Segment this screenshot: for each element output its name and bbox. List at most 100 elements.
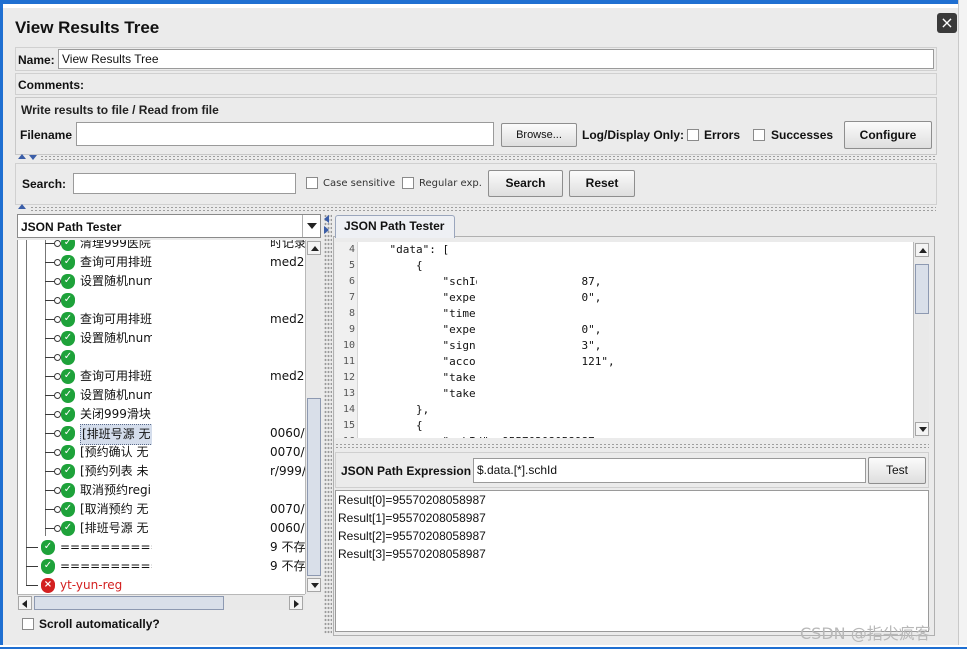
tree-node-handle[interactable]	[54, 240, 61, 247]
result-line: Result[2]=95570208058987	[338, 529, 486, 543]
scroll-up-icon[interactable]	[307, 241, 321, 255]
tree-item-suffix: med2)	[270, 312, 305, 326]
watermark: CSDN @指尖疯客	[800, 624, 931, 643]
code-split-divider[interactable]	[335, 443, 929, 449]
redaction-block	[152, 240, 268, 580]
code-vertical-scrollbar[interactable]	[913, 242, 929, 438]
error-shield-icon: ×	[41, 578, 55, 593]
tree-horizontal-scrollbar[interactable]	[17, 594, 305, 610]
regular-exp-checkbox[interactable]	[402, 177, 414, 189]
tree-item-label: [排班号源 无	[80, 424, 153, 445]
tree-item-suffix: med2)	[270, 255, 305, 269]
search-button[interactable]: Search	[488, 170, 563, 197]
tree-node-handle[interactable]	[54, 278, 61, 285]
browse-button[interactable]: Browse...	[501, 123, 577, 147]
collapse-right-icon[interactable]	[324, 226, 329, 234]
window-bottom-border	[0, 647, 967, 649]
regular-exp-label: Regular exp.	[419, 178, 482, 189]
configure-button[interactable]: Configure	[844, 121, 932, 149]
json-response-viewer[interactable]: 4 "data": [5 {6 "schId": 95570208058987,…	[335, 242, 913, 438]
code-scroll-up-icon[interactable]	[915, 243, 929, 257]
tree-item-label: 查询可用排班	[80, 255, 153, 269]
tree-node-handle[interactable]	[54, 297, 61, 304]
code-scroll-thumb[interactable]	[915, 264, 929, 314]
code-line: "take	[363, 387, 476, 400]
tree-node-handle[interactable]	[54, 468, 61, 475]
collapse-up-icon[interactable]	[18, 154, 26, 159]
success-shield-icon: ✓	[61, 350, 75, 365]
tree-connector	[26, 585, 38, 586]
tree-vertical-scrollbar[interactable]	[305, 240, 321, 594]
tree-item-label: yt-yun-reg	[60, 578, 123, 592]
success-shield-icon: ✓	[41, 559, 55, 574]
filename-input[interactable]	[76, 122, 494, 146]
tree-item-suffix: 时记录	[270, 240, 305, 250]
tree-node-handle[interactable]	[54, 392, 61, 399]
name-field[interactable]: View Results Tree	[58, 49, 934, 69]
expression-input[interactable]: $.data.[*].schId	[473, 458, 866, 483]
tree-node-handle[interactable]	[54, 449, 61, 456]
scroll-left-icon[interactable]	[18, 596, 32, 610]
split-divider[interactable]	[40, 155, 936, 161]
success-shield-icon: ✓	[61, 388, 75, 403]
line-number: 7	[348, 292, 355, 303]
tree-node-handle[interactable]	[54, 506, 61, 513]
tree-node-handle[interactable]	[54, 259, 61, 266]
tree-node-handle[interactable]	[54, 354, 61, 361]
successes-checkbox[interactable]	[753, 129, 765, 141]
log-display-label: Log/Display Only:	[582, 128, 685, 142]
scroll-right-icon[interactable]	[289, 596, 303, 610]
result-line: Result[3]=95570208058987	[338, 547, 486, 561]
tree-node-handle[interactable]	[54, 373, 61, 380]
tree-scroll-thumb[interactable]	[307, 398, 321, 576]
case-sensitive-checkbox[interactable]	[306, 177, 318, 189]
tab-json-path-tester-label: JSON Path Tester	[344, 219, 445, 233]
line-number: 13	[342, 388, 355, 399]
code-scroll-down-icon[interactable]	[915, 422, 929, 436]
success-shield-icon: ✓	[61, 255, 75, 270]
result-line: Result[1]=95570208058987	[338, 511, 486, 525]
tree-hscroll-thumb[interactable]	[34, 596, 224, 610]
tree-node-handle[interactable]	[54, 335, 61, 342]
success-shield-icon: ✓	[61, 312, 75, 327]
tree-item-label: 查询可用排班	[80, 369, 153, 383]
reset-button[interactable]: Reset	[569, 170, 635, 197]
tree-node-handle[interactable]	[54, 487, 61, 494]
success-shield-icon: ✓	[61, 521, 75, 536]
line-number: 14	[342, 404, 355, 415]
success-shield-icon: ✓	[61, 274, 75, 289]
line-number: 6	[348, 276, 355, 287]
tree-item-suffix: 0070/1	[270, 445, 305, 459]
tree-item-suffix: 9 不存	[270, 559, 305, 573]
comments-field[interactable]	[90, 75, 936, 93]
close-icon[interactable]: ×	[937, 13, 957, 33]
scroll-down-icon[interactable]	[307, 578, 321, 592]
tree-node-handle[interactable]	[54, 411, 61, 418]
success-shield-icon: ✓	[61, 502, 75, 517]
results-tree[interactable]: ✓ 清理999医院 时记录 ✓ 查询可用排班 med2) ✓ 设置随机num ✓ ✓ 查询可用排班 m…	[17, 240, 305, 594]
test-button[interactable]: Test	[868, 457, 926, 484]
comments-label: Comments:	[18, 78, 85, 92]
code-line: "schId": 95570208058987	[363, 435, 594, 438]
search-input[interactable]	[73, 173, 296, 194]
scroll-automatically-checkbox[interactable]	[22, 618, 34, 630]
collapse-down-icon[interactable]	[29, 155, 37, 160]
errors-checkbox[interactable]	[687, 129, 699, 141]
line-number: 9	[348, 324, 355, 335]
tree-node-handle[interactable]	[54, 316, 61, 323]
collapse-up-icon-2[interactable]	[18, 204, 26, 209]
tree-node-handle[interactable]	[54, 525, 61, 532]
tree-connector	[26, 547, 38, 548]
collapse-left-icon[interactable]	[324, 215, 329, 223]
success-shield-icon: ✓	[61, 445, 75, 460]
tree-item-suffix: 0060/1	[270, 521, 305, 535]
result-panel[interactable]: Result[0]=95570208058987 Result[1]=955702…	[335, 490, 929, 632]
search-label: Search:	[22, 177, 67, 191]
chevron-down-icon[interactable]	[302, 215, 320, 237]
line-number: 5	[348, 260, 355, 271]
tree-node-handle[interactable]	[54, 430, 61, 437]
split-divider-2[interactable]	[30, 206, 936, 212]
vertical-split-divider[interactable]	[324, 214, 332, 634]
errors-label: Errors	[704, 128, 741, 142]
tree-item-suffix: 0060/1	[270, 426, 305, 440]
